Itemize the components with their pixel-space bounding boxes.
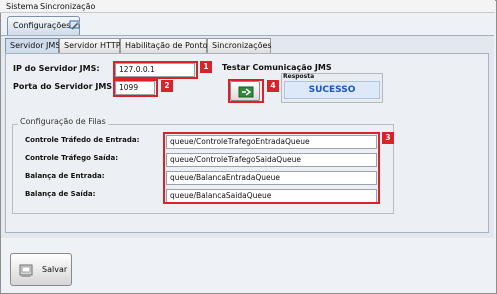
save-button[interactable]: Salvar bbox=[10, 253, 72, 286]
highlight-test-button bbox=[228, 79, 264, 103]
queue-label-ct-saida: Controle Tráfego Saída: bbox=[25, 154, 119, 162]
tab-habilitacao-pontos[interactable]: Habilitação de Pontos bbox=[120, 38, 212, 53]
badge-2: 2 bbox=[161, 80, 173, 92]
badge-4: 4 bbox=[267, 80, 279, 92]
menu-sistema[interactable]: Sistema bbox=[6, 1, 38, 12]
queue-label-ct-entrada: Controle Tráfedo de Entrada: bbox=[25, 136, 140, 144]
test-jms-title: Testar Comunicação JMS bbox=[222, 63, 332, 72]
tab-servidor-jms[interactable]: Servidor JMS bbox=[5, 38, 60, 54]
menu-sincronizacao[interactable]: Sincronização bbox=[40, 1, 95, 12]
response-label: Resposta bbox=[283, 73, 315, 80]
queue-label-bal-entrada: Balança de Entrada: bbox=[25, 172, 105, 180]
highlight-queues bbox=[163, 132, 380, 204]
queue-label-bal-saida: Balança de Saída: bbox=[25, 190, 96, 198]
ip-label: IP do Servidor JMS: bbox=[13, 64, 100, 73]
settings-tools-icon bbox=[69, 20, 81, 30]
tab-configuracoes-label: Configurações bbox=[13, 21, 71, 30]
queue-config-legend: Configuração de Filas bbox=[18, 117, 108, 126]
badge-1: 1 bbox=[200, 61, 212, 73]
highlight-ip bbox=[113, 61, 198, 79]
tab-configuracoes[interactable]: Configurações bbox=[7, 16, 81, 35]
save-button-label: Salvar bbox=[42, 265, 68, 274]
badge-3: 3 bbox=[382, 132, 394, 144]
menu-bar: Sistema Sincronização bbox=[0, 0, 495, 13]
tab-sincronizacoes[interactable]: Sincronizações bbox=[207, 38, 272, 53]
tab-servidor-http[interactable]: Servidor HTTP bbox=[59, 38, 121, 53]
save-icon bbox=[19, 264, 33, 277]
highlight-port bbox=[113, 79, 158, 97]
port-label: Porta do Servidor JMS: bbox=[13, 82, 116, 91]
response-value: SUCESSO bbox=[284, 81, 380, 99]
